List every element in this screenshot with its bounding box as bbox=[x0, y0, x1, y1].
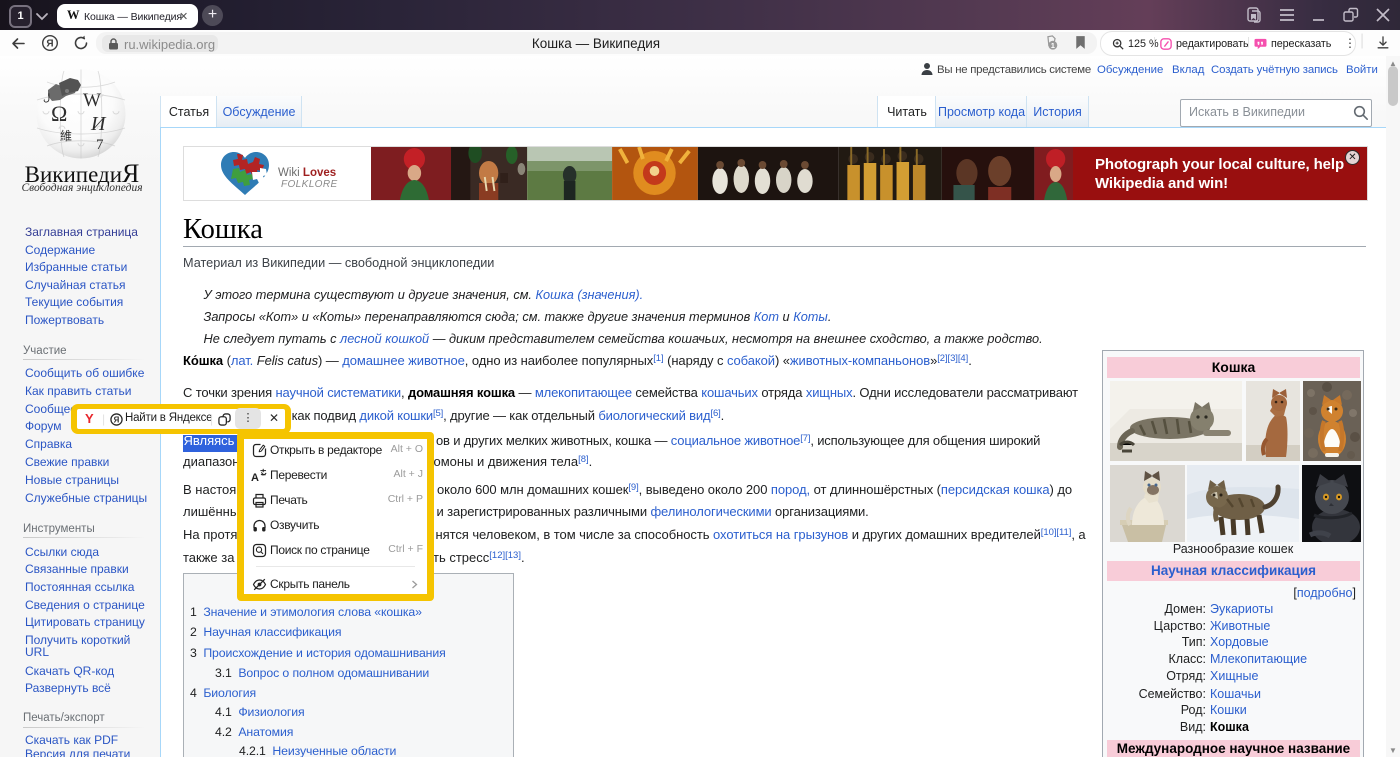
svg-text:A: A bbox=[251, 472, 259, 484]
svg-text:Я: Я bbox=[46, 39, 53, 50]
svg-text:1: 1 bbox=[1051, 41, 1055, 50]
svg-text:Я: Я bbox=[114, 415, 120, 424]
